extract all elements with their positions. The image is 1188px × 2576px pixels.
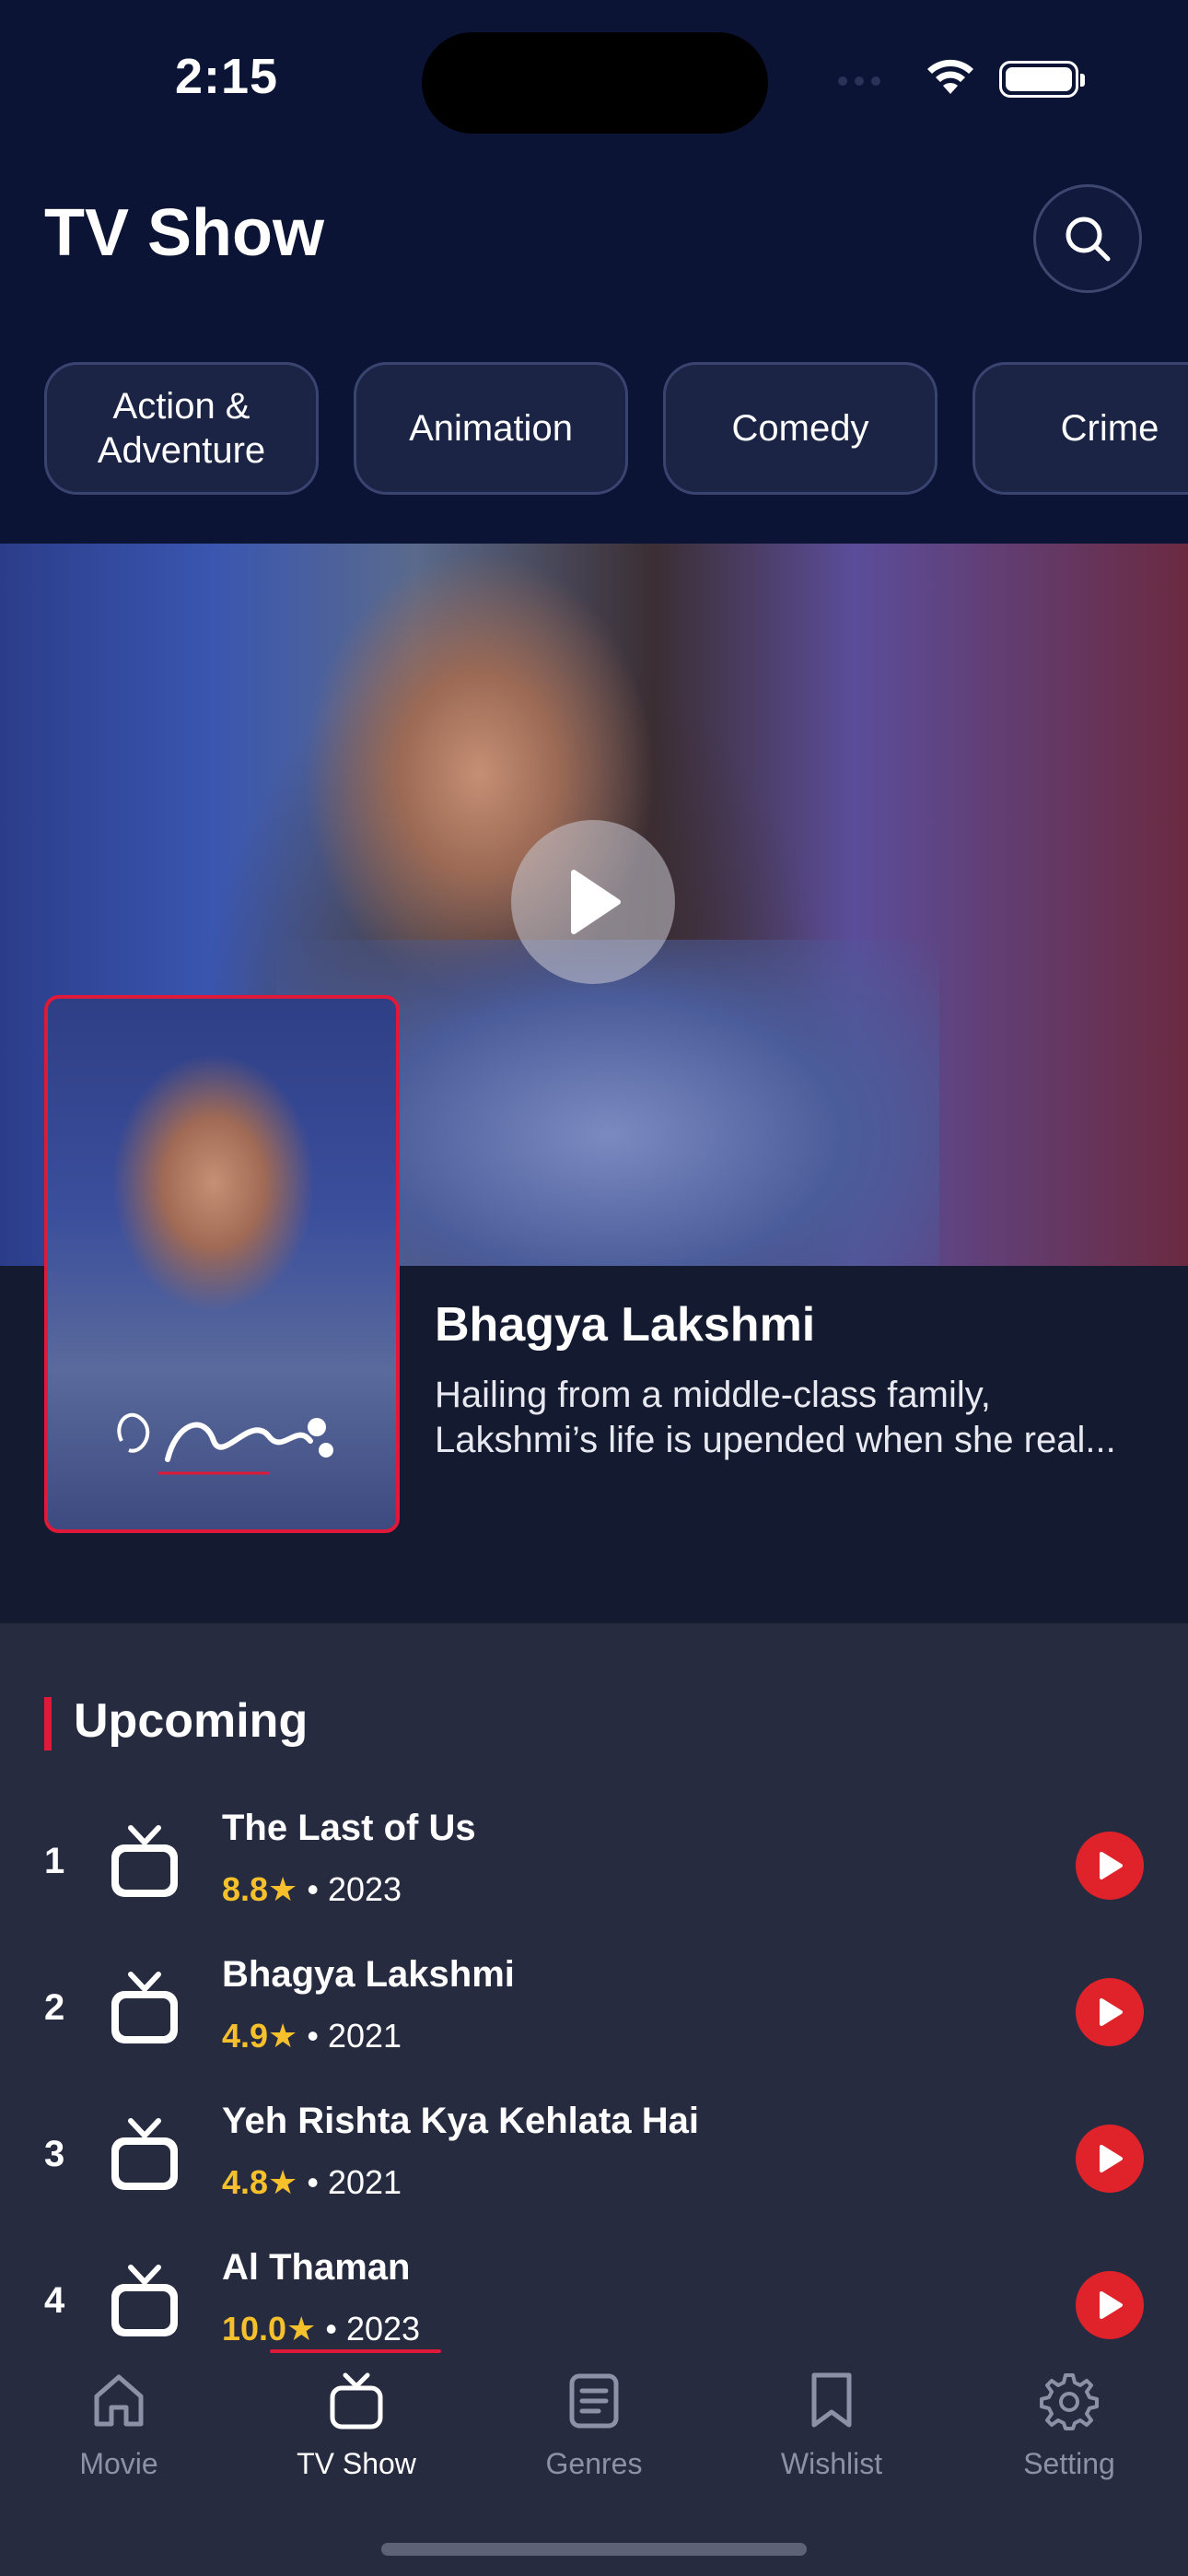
highlight-underline: [270, 2349, 441, 2353]
wifi-icon: [927, 59, 973, 94]
tab-setting[interactable]: Setting: [950, 2357, 1188, 2495]
upcoming-section-title: Upcoming: [44, 1693, 308, 1751]
genre-chip-crime[interactable]: Crime: [973, 362, 1188, 495]
star-icon: ★: [268, 2017, 298, 2055]
rank-number: 1: [44, 1841, 65, 1881]
genre-chip-animation[interactable]: Animation: [354, 362, 628, 495]
show-meta: 4.9★ • 2021: [222, 2017, 402, 2055]
rank-number: 2: [44, 1987, 65, 2028]
play-button[interactable]: [1076, 2271, 1144, 2339]
list-item[interactable]: 3 Yeh Rishta Kya Kehlata Hai 4.8★ • 2021: [0, 2090, 1188, 2228]
show-meta: 10.0★ • 2023: [222, 2310, 421, 2348]
star-icon: ★: [268, 1870, 298, 1908]
home-icon: [94, 2374, 144, 2427]
star-icon: ★: [268, 2163, 298, 2201]
tab-wishlist[interactable]: Wishlist: [713, 2357, 950, 2495]
rank-number: 4: [44, 2280, 65, 2321]
show-logo-image: [117, 1412, 333, 1475]
play-icon: [1100, 2145, 1123, 2172]
play-button[interactable]: [1076, 2125, 1144, 2193]
tab-label: Setting: [1023, 2447, 1115, 2480]
page-title: TV Show: [44, 196, 324, 270]
tv-icon: [111, 2118, 178, 2190]
tv-icon: [111, 2265, 178, 2336]
featured-description: Hailing from a middle-class family, Laks…: [435, 1375, 1116, 1460]
tv-icon: [111, 1972, 178, 2043]
show-title: The Last of Us: [222, 1808, 476, 1848]
show-title: Bhagya Lakshmi: [222, 1954, 515, 1995]
genre-chips: Action & Adventure Animation Comedy Crim…: [44, 362, 1188, 495]
status-bar: 2:15: [0, 0, 1188, 166]
play-icon: [1100, 1852, 1123, 1879]
rank-number: 3: [44, 2134, 65, 2174]
featured-poster[interactable]: [44, 995, 400, 1533]
cellular-signal-icon: [838, 74, 888, 90]
featured-title: Bhagya Lakshmi: [435, 1298, 816, 1352]
genre-chip-comedy[interactable]: Comedy: [663, 362, 938, 495]
tv-icon: [330, 2372, 383, 2430]
rating-value: 4.8: [222, 2163, 269, 2201]
battery-icon: [999, 61, 1085, 98]
play-icon: [571, 870, 621, 934]
bookmark-icon: [811, 2372, 852, 2428]
star-icon: ★: [286, 2310, 317, 2348]
tab-movie[interactable]: Movie: [0, 2357, 238, 2495]
home-indicator: [381, 2543, 807, 2556]
list-item[interactable]: 2 Bhagya Lakshmi 4.9★ • 2021: [0, 1943, 1188, 2081]
rating-value: 8.8: [222, 1870, 269, 1908]
show-meta: 4.8★ • 2021: [222, 2163, 402, 2201]
release-year: 2023: [327, 1870, 402, 1908]
list-item[interactable]: 1 The Last of Us 8.8★ • 2023: [0, 1797, 1188, 1935]
tab-label: Wishlist: [780, 2447, 883, 2480]
rating-value: 4.9: [222, 2017, 269, 2055]
dynamic-island: [422, 32, 768, 134]
list-icon: [569, 2373, 619, 2429]
gear-icon: [1040, 2373, 1099, 2430]
release-year: 2021: [327, 2163, 402, 2201]
show-title: Al Thaman: [222, 2247, 411, 2288]
show-title: Yeh Rishta Kya Kehlata Hai: [222, 2101, 699, 2141]
search-icon: [1066, 217, 1111, 262]
tab-tv-show[interactable]: TV Show: [238, 2357, 475, 2495]
tab-label: Genres: [545, 2447, 643, 2480]
play-icon: [1100, 1998, 1123, 2026]
featured-play-button[interactable]: [511, 820, 675, 984]
tv-icon: [111, 1825, 178, 1897]
search-button[interactable]: [1033, 184, 1142, 293]
status-time: 2:15: [175, 49, 279, 104]
release-year: 2021: [327, 2017, 402, 2055]
tab-label: TV Show: [297, 2447, 416, 2480]
genre-chip-action-adventure[interactable]: Action & Adventure: [44, 362, 319, 495]
play-icon: [1100, 2291, 1123, 2319]
show-meta: 8.8★ • 2023: [222, 1870, 402, 1908]
release-year: 2023: [345, 2310, 421, 2348]
list-item[interactable]: 4 Al Thaman 10.0★ • 2023: [0, 2236, 1188, 2374]
rating-value: 10.0: [222, 2310, 287, 2348]
tab-label: Movie: [79, 2447, 158, 2480]
play-button[interactable]: [1076, 1978, 1144, 2046]
play-button[interactable]: [1076, 1832, 1144, 1900]
tab-genres[interactable]: Genres: [475, 2357, 713, 2495]
